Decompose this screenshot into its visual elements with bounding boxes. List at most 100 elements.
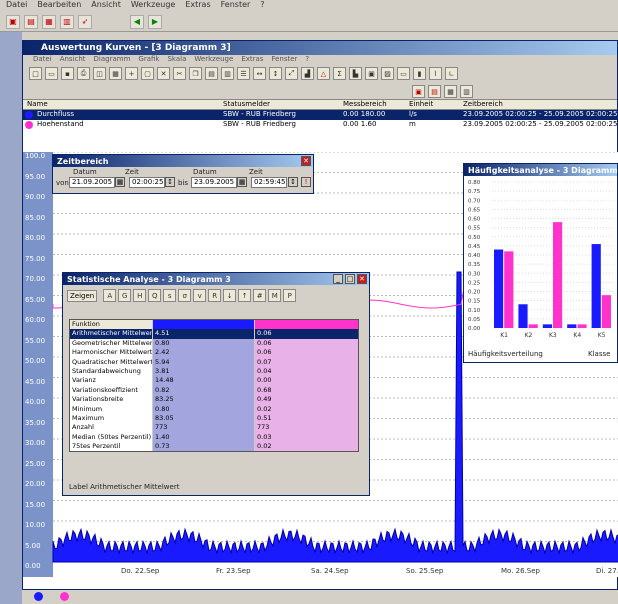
statistik-row[interactable]: Geometrischer Mittelwert 0.80 0.06 [70,338,358,349]
close-icon[interactable]: ✕ [301,156,311,166]
statistik-title[interactable]: Statistische Analyse - 3 Diagramm 3 _ □ … [63,273,369,285]
start-time-field[interactable]: 02:00:25 [129,177,165,188]
series-a-status-icon[interactable] [34,592,43,601]
statistik-row[interactable]: Variationsbreite 83.25 0.49 [70,395,358,405]
save-icon[interactable]: ▪ [61,67,74,80]
minimize-icon[interactable]: _ [333,274,343,284]
statistik-table[interactable]: Funktion Arithmetischer Mittelwert 4.51 0.… [69,319,359,453]
statistik-row[interactable]: Harmonischer Mittelwert 2.42 0.06 [70,348,358,358]
varcoef-icon[interactable]: v [193,289,207,302]
apply-icon[interactable]: ! [301,177,311,187]
var-icon[interactable]: σ [178,289,192,302]
statistik-row[interactable]: Median (50tes Perzentil) 1.40 0.03 [70,432,358,443]
percentile-icon[interactable]: P [283,289,297,302]
start-date-field[interactable]: 21.09.2005 [69,177,115,188]
preview-icon[interactable]: ◫ [93,67,106,80]
stats-icon[interactable]: Σ [333,67,346,80]
mean-q-icon[interactable]: Q [148,289,162,302]
statistik-row[interactable]: 75tes Perzentil 0.73 0.02 [70,442,358,452]
calendar-icon[interactable]: ▦ [237,177,247,187]
paste-icon[interactable]: ▤ [205,67,218,80]
end-date-field[interactable]: 23.09.2005 [191,177,237,188]
statistik-row[interactable]: Minimum 0.80 0.02 [70,404,358,414]
mean-g-icon[interactable]: G [118,289,132,302]
add-icon[interactable]: + [125,67,138,80]
std-icon[interactable]: s [163,289,177,302]
statistik-row[interactable]: Quadratischer Mittelwert 5.94 0.07 [70,357,358,367]
col-unit[interactable]: Einheit [409,100,433,108]
menu-bearbeiten[interactable]: Bearbeiten [37,0,81,12]
calendar-icon[interactable]: ▦ [115,177,125,187]
menu-datei[interactable]: Datei [6,0,27,12]
copy-icon[interactable]: ❐ [189,67,202,80]
tool-c-icon[interactable]: ▦ [444,85,457,98]
axis-icon[interactable]: ∟ [445,67,458,80]
statistik-row[interactable]: Varianz 14.48 0.00 [70,376,358,386]
open-icon[interactable]: ▣ [6,14,20,29]
submenu-diagramm[interactable]: Diagramm [94,55,131,66]
submenu-skala[interactable]: Skala [167,55,186,66]
series-row-hoehenstand[interactable]: Hoehenstand SBW - RUB Friedberg 0.00 1.6… [23,120,617,130]
table-icon[interactable]: ▦ [109,67,122,80]
menu-help[interactable]: ? [260,0,264,12]
maximize-icon[interactable]: □ [345,274,355,284]
cut-icon[interactable]: ✂ [173,67,186,80]
mean-a-icon[interactable]: A [103,289,117,302]
chart-icon[interactable]: ▟ [301,67,314,80]
submenu-grafik[interactable]: Grafik [138,55,159,66]
max-icon[interactable]: ↑ [238,289,252,302]
menu-extras[interactable]: Extras [185,0,210,12]
close-icon[interactable]: ✕ [357,274,367,284]
range-icon[interactable]: R [208,289,222,302]
export-icon[interactable]: ▥ [60,14,74,29]
zeitbereich-title[interactable]: Zeitbereich ✕ [53,155,313,167]
window-icon[interactable]: ▢ [141,67,154,80]
end-time-field[interactable]: 02:59:45 [251,177,287,188]
mean-h-icon[interactable]: H [133,289,147,302]
rows-icon[interactable]: ☰ [237,67,250,80]
spin-icon[interactable]: ↕ [288,177,298,187]
tool-b-icon[interactable]: ▤ [428,85,441,98]
menu-werkzeuge[interactable]: Werkzeuge [131,0,175,12]
fit-icon[interactable]: ▭ [397,67,410,80]
col-range[interactable]: Messbereich [343,100,387,108]
histogram-chart[interactable]: 0.80 0.75 0.70 0.65 0.60 0.55 0.50 0.45 0.40 0.35… [464,178,618,338]
delete-icon[interactable]: ✕ [157,67,170,80]
median-icon[interactable]: M [268,289,282,302]
zoom-y-icon[interactable]: ↕ [269,67,282,80]
print-icon[interactable]: ⎙ [77,67,90,80]
submenu-extras[interactable]: Extras [241,55,263,66]
submenu-werkzeuge[interactable]: Werkzeuge [194,55,233,66]
count-icon[interactable]: # [253,289,267,302]
series-row-durchfluss[interactable]: Durchfluss SBW - RUB Friedberg 0.00 180.… [23,110,617,120]
bar-chart-icon[interactable]: ▮ [413,67,426,80]
grid-icon[interactable]: ▦ [42,14,56,29]
columns-icon[interactable]: ▥ [221,67,234,80]
warning-icon[interactable]: △ [317,67,330,80]
analysis-window-title[interactable]: Auswertung Kurven - [3 Diagramm 3] [23,41,617,55]
histogram-icon[interactable]: ▙ [349,67,362,80]
tool-d-icon[interactable]: ▥ [460,85,473,98]
statistik-row[interactable]: Maximum 83.05 0.51 [70,413,358,424]
zeigen-button[interactable]: Zeigen [67,289,98,302]
min-icon[interactable]: ↓ [223,289,237,302]
cursor-icon[interactable]: ➶ [78,14,92,29]
open-file-icon[interactable]: ▭ [45,67,58,80]
haeufigkeit-title[interactable]: Häufigkeitsanalyse - 3 Diagramm 3 [464,164,617,176]
zoom-x-icon[interactable]: ↔ [253,67,266,80]
new-icon[interactable]: □ [29,67,42,80]
menu-ansicht[interactable]: Ansicht [91,0,121,12]
prev-icon[interactable]: ◀ [130,14,144,29]
submenu-help[interactable]: ? [305,55,309,66]
zoom-fit-icon[interactable]: ⤢ [285,67,298,80]
spin-icon[interactable]: ↕ [165,177,175,187]
series-b-status-icon[interactable] [60,592,69,601]
submenu-datei[interactable]: Datei [33,55,52,66]
col-name[interactable]: Name [27,100,48,108]
submenu-ansicht[interactable]: Ansicht [60,55,86,66]
calendar-icon[interactable]: ▣ [365,67,378,80]
statistik-row[interactable]: Anzahl 773 773 [70,423,358,433]
import-icon[interactable]: ▤ [24,14,38,29]
col-time[interactable]: Zeitbereich [463,100,503,108]
statistik-row[interactable]: Arithmetischer Mittelwert 4.51 0.06 [70,329,358,339]
